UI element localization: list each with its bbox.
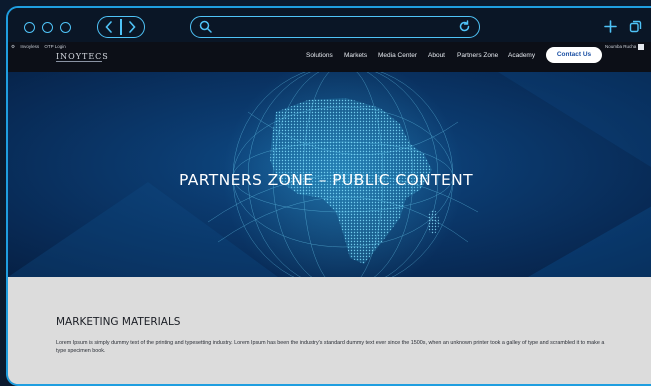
contact-us-button[interactable]: Contact Us <box>546 47 602 63</box>
history-nav <box>97 16 145 38</box>
site-header: ⚙ Invoyless OTP Login INOYTECS Solutions… <box>8 42 651 72</box>
chevron-right-icon[interactable] <box>127 21 137 33</box>
window-control-2[interactable] <box>42 22 53 33</box>
section-title: MARKETING MATERIALS <box>56 316 181 328</box>
browser-window: ⚙ Invoyless OTP Login INOYTECS Solutions… <box>6 6 651 386</box>
avatar[interactable] <box>638 44 644 50</box>
tabs-copy-icon[interactable] <box>629 20 642 33</box>
website-viewport: ⚙ Invoyless OTP Login INOYTECS Solutions… <box>8 42 651 384</box>
hero-title: PARTNERS ZONE – PUBLIC CONTENT <box>178 171 474 189</box>
nav-item-partners-zone[interactable]: Partners Zone <box>457 52 498 59</box>
gear-icon[interactable]: ⚙ <box>11 44 15 49</box>
nav-item-solutions[interactable]: Solutions <box>306 52 333 59</box>
search-icon <box>199 20 212 33</box>
utility-bar: ⚙ Invoyless OTP Login <box>11 44 70 50</box>
address-bar[interactable] <box>190 16 480 38</box>
section-description: Lorem Ipsum is simply dummy text of the … <box>56 340 605 354</box>
chevron-left-icon[interactable] <box>104 21 114 33</box>
logo-underline <box>56 61 102 62</box>
nav-item-markets[interactable]: Markets <box>344 52 367 59</box>
nav-item-academy[interactable]: Academy <box>508 52 535 59</box>
plus-icon[interactable] <box>604 20 617 33</box>
site-logo[interactable]: INOYTECS <box>56 52 109 61</box>
otp-login-link[interactable]: OTP Login <box>44 44 65 49</box>
nav-item-media-center[interactable]: Media Center <box>378 52 417 59</box>
browser-chrome <box>8 8 651 44</box>
user-name[interactable]: Noumba Rucha <box>605 44 636 49</box>
reload-icon[interactable] <box>458 20 471 33</box>
hero-banner: PARTNERS ZONE – PUBLIC CONTENT <box>8 72 651 277</box>
window-control-3[interactable] <box>60 22 71 33</box>
brand-link[interactable]: Invoyless <box>20 44 39 49</box>
main-content: MARKETING MATERIALS Lorem Ipsum is simpl… <box>8 277 651 384</box>
window-control-1[interactable] <box>24 22 35 33</box>
nav-item-about[interactable]: About <box>428 52 445 59</box>
